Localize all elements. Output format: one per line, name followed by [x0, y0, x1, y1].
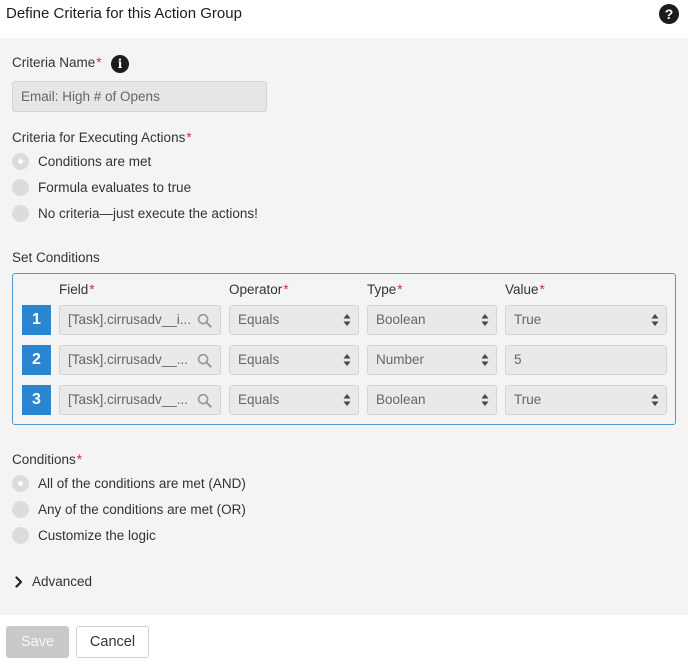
field-lookup-input[interactable]: [Task].cirrusadv__i... — [59, 305, 221, 335]
column-header-text: Operator — [229, 282, 283, 297]
operator-value: Equals — [238, 352, 280, 367]
required-marker: * — [397, 282, 403, 297]
select-arrows-icon — [481, 314, 489, 326]
radio-label: Conditions are met — [38, 153, 152, 169]
radio-label: Customize the logic — [38, 527, 156, 543]
radio-any-condition[interactable]: Any of the conditions are met (OR) — [12, 499, 246, 519]
save-button[interactable]: Save — [6, 626, 69, 658]
field-lookup-input[interactable]: [Task].cirrusadv__... — [59, 345, 221, 375]
required-marker: * — [96, 55, 102, 70]
required-marker: * — [186, 130, 192, 145]
radio-all-conditions[interactable]: All of the conditions are met (AND) — [12, 473, 246, 493]
conditions-table: Field* Operator* Type* Value* 1 [Task].c… — [12, 273, 676, 425]
operator-value: Equals — [238, 312, 280, 327]
column-header-text: Type — [367, 282, 397, 297]
value-select[interactable]: True — [505, 305, 667, 335]
field-value: [Task].cirrusadv__... — [68, 392, 189, 407]
cancel-button[interactable]: Cancel — [76, 626, 149, 658]
column-header-operator: Operator* — [229, 282, 289, 297]
column-header-text: Field — [59, 282, 89, 297]
column-header-text: Value — [505, 282, 539, 297]
row-number: 3 — [22, 385, 51, 415]
radio-conditions-met[interactable]: Conditions are met — [12, 151, 151, 171]
select-arrows-icon — [343, 394, 351, 406]
column-header-value: Value* — [505, 282, 545, 297]
radio-no-criteria[interactable]: No criteria—just execute the actions! — [12, 203, 258, 223]
select-arrows-icon — [481, 354, 489, 366]
type-select[interactable]: Number — [367, 345, 497, 375]
radio-button[interactable] — [12, 474, 29, 492]
value-value: True — [514, 392, 542, 407]
required-marker: * — [283, 282, 289, 297]
operator-select[interactable]: Equals — [229, 305, 359, 335]
executing-label: Criteria for Executing Actions* — [12, 130, 192, 145]
conditions-label: Conditions* — [12, 452, 82, 467]
search-icon[interactable] — [197, 353, 212, 368]
value-input[interactable]: 5 — [505, 345, 667, 375]
help-icon[interactable]: ? — [659, 4, 679, 24]
radio-button[interactable] — [12, 152, 29, 170]
criteria-name-input[interactable]: Email: High # of Opens — [12, 81, 267, 112]
dialog-body: Criteria Name* i Email: High # of Opens … — [0, 38, 688, 615]
info-icon[interactable]: i — [111, 55, 129, 73]
chevron-right-icon — [15, 575, 23, 588]
radio-button[interactable] — [12, 526, 29, 544]
advanced-label: Advanced — [32, 574, 93, 589]
field-lookup-input[interactable]: [Task].cirrusadv__... — [59, 385, 221, 415]
type-select[interactable]: Boolean — [367, 305, 497, 335]
radio-button[interactable] — [12, 178, 29, 196]
column-header-field: Field* — [59, 282, 95, 297]
select-arrows-icon — [651, 314, 659, 326]
required-marker: * — [89, 282, 95, 297]
dialog-title: Define Criteria for this Action Group — [6, 5, 242, 22]
radio-label: No criteria—just execute the actions! — [38, 205, 258, 221]
search-icon[interactable] — [197, 313, 212, 328]
operator-select[interactable]: Equals — [229, 345, 359, 375]
type-select[interactable]: Boolean — [367, 385, 497, 415]
value-select[interactable]: True — [505, 385, 667, 415]
column-header-type: Type* — [367, 282, 403, 297]
type-value: Boolean — [376, 312, 426, 327]
required-marker: * — [539, 282, 545, 297]
select-arrows-icon — [481, 394, 489, 406]
select-arrows-icon — [651, 394, 659, 406]
value-value: True — [514, 312, 542, 327]
type-value: Boolean — [376, 392, 426, 407]
select-arrows-icon — [343, 314, 351, 326]
radio-label: Any of the conditions are met (OR) — [38, 501, 246, 517]
field-value: [Task].cirrusadv__... — [68, 352, 189, 367]
select-arrows-icon — [343, 354, 351, 366]
row-number: 2 — [22, 345, 51, 375]
executing-label-text: Criteria for Executing Actions — [12, 130, 186, 145]
value-value: 5 — [514, 352, 522, 367]
radio-customize-logic[interactable]: Customize the logic — [12, 525, 156, 545]
advanced-toggle[interactable]: Advanced — [14, 574, 92, 589]
row-number: 1 — [22, 305, 51, 335]
radio-button[interactable] — [12, 204, 29, 222]
field-value: [Task].cirrusadv__i... — [68, 312, 192, 327]
dialog-header: Define Criteria for this Action Group ? — [0, 0, 688, 38]
dialog-footer: Save Cancel — [0, 615, 688, 664]
radio-button[interactable] — [12, 500, 29, 518]
type-value: Number — [376, 352, 425, 367]
search-icon[interactable] — [197, 393, 212, 408]
required-marker: * — [76, 452, 83, 467]
radio-label: Formula evaluates to true — [38, 179, 192, 195]
set-conditions-label: Set Conditions — [12, 250, 100, 265]
criteria-name-label-text: Criteria Name — [12, 55, 96, 70]
radio-label: All of the conditions are met (AND) — [38, 475, 246, 491]
operator-select[interactable]: Equals — [229, 385, 359, 415]
criteria-name-label: Criteria Name* — [12, 55, 102, 70]
conditions-label-text: Conditions — [12, 452, 76, 467]
operator-value: Equals — [238, 392, 280, 407]
radio-formula[interactable]: Formula evaluates to true — [12, 177, 191, 197]
